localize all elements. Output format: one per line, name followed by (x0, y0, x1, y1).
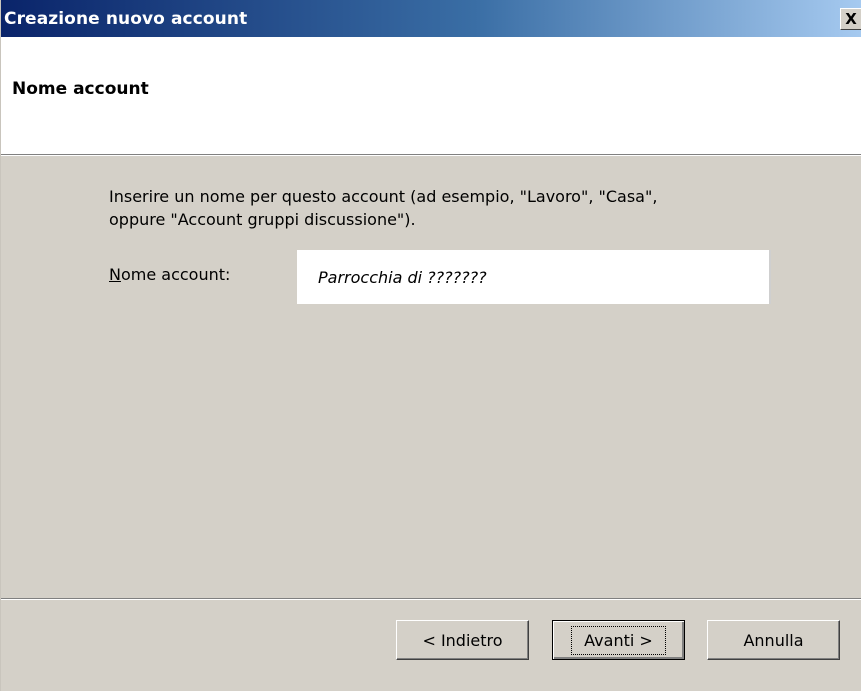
instructions-line-1: Inserire un nome per questo account (ad … (109, 187, 658, 206)
instructions-text: Inserire un nome per questo account (ad … (109, 185, 809, 231)
next-button-label: Avanti > (571, 625, 666, 655)
page-title: Nome account (12, 79, 149, 99)
close-icon: X (845, 9, 857, 28)
account-name-input[interactable]: Parrocchia di ??????? (297, 250, 771, 304)
close-button[interactable]: X (840, 8, 861, 30)
account-name-label-accelerator: N (109, 265, 121, 284)
header-divider-highlight (1, 155, 861, 156)
back-button[interactable]: < Indietro (396, 620, 529, 660)
title-bar[interactable]: Creazione nuovo account X (1, 0, 861, 37)
back-button-label: < Indietro (422, 630, 503, 650)
footer-divider-highlight (1, 599, 861, 600)
dialog-window: Creazione nuovo account X Nome account I… (0, 0, 861, 691)
account-name-label-text: ome account: (120, 265, 231, 284)
account-name-value: Parrocchia di ??????? (318, 267, 487, 287)
account-name-label: Nome account: (109, 265, 230, 284)
instructions-line-2: oppure "Account gruppi discussione"). (109, 210, 416, 229)
cancel-button[interactable]: Annulla (707, 620, 840, 660)
window-title: Creazione nuovo account (4, 8, 248, 29)
next-button[interactable]: Avanti > (552, 620, 685, 660)
header-panel: Nome account (1, 37, 861, 154)
cancel-button-label: Annulla (743, 630, 804, 650)
